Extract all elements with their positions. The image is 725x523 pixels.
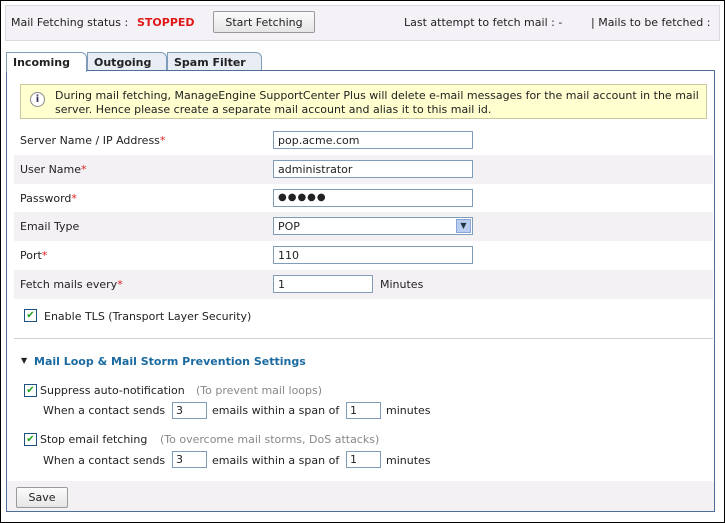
required-mark: * xyxy=(41,249,48,262)
tab-incoming[interactable]: Incoming xyxy=(6,52,87,72)
footer-bar xyxy=(7,481,714,511)
tab-spam-filter[interactable]: Spam Filter xyxy=(167,52,262,71)
port-label: Port xyxy=(20,249,42,262)
mails-to-fetch-text: | Mails to be fetched : xyxy=(591,16,711,29)
suppress-checkbox[interactable]: ✔ xyxy=(24,384,37,397)
status-value: STOPPED xyxy=(137,16,195,29)
info-banner: i During mail fetching, ManageEngine Sup… xyxy=(20,84,707,119)
stop-fetching-hint: (To overcome mail storms, DoS attacks) xyxy=(160,433,380,446)
tls-checkbox[interactable]: ✔ xyxy=(24,309,37,322)
required-mark: * xyxy=(71,192,77,205)
divider xyxy=(14,338,713,339)
password-input[interactable]: ●●●●● xyxy=(273,189,473,207)
required-mark: * xyxy=(159,134,166,147)
stop-minutes-input[interactable]: 1 xyxy=(346,451,381,468)
stop-post-text: minutes xyxy=(386,454,431,467)
suppress-label: Suppress auto-notification xyxy=(40,384,185,397)
last-attempt-text: Last attempt to fetch mail : - xyxy=(404,16,563,29)
status-bar: Mail Fetching status : STOPPED Start Fet… xyxy=(5,5,720,41)
fetch-unit: Minutes xyxy=(380,278,424,291)
stop-pre-text: When a contact sends xyxy=(43,454,166,467)
tls-label: Enable TLS (Transport Layer Security) xyxy=(44,310,252,323)
suppress-post-text: minutes xyxy=(386,404,431,417)
suppress-count-input[interactable]: 3 xyxy=(172,402,207,419)
email-type-row: Email Type POP ▼ xyxy=(14,212,713,241)
suppress-pre-text: When a contact sends xyxy=(43,404,166,417)
collapse-triangle-icon[interactable]: ▼ xyxy=(21,356,27,365)
email-type-label: Email Type xyxy=(20,220,80,233)
info-text: During mail fetching, ManageEngine Suppo… xyxy=(55,89,699,116)
required-mark: * xyxy=(81,163,87,176)
user-label: User Name xyxy=(20,163,82,176)
info-icon: i xyxy=(30,92,45,107)
user-row: User Name* administrator xyxy=(14,155,713,184)
save-button[interactable]: Save xyxy=(16,487,68,508)
password-row: Password* ●●●●● xyxy=(14,184,713,213)
loop-section-title[interactable]: Mail Loop & Mail Storm Prevention Settin… xyxy=(34,355,306,368)
port-row: Port* 110 xyxy=(14,241,713,270)
tab-outgoing[interactable]: Outgoing xyxy=(87,52,167,71)
fetch-interval-input[interactable]: 1 xyxy=(273,275,373,293)
stop-count-input[interactable]: 3 xyxy=(172,451,207,468)
required-mark: * xyxy=(117,278,123,291)
stop-mid-text: emails within a span of xyxy=(212,454,340,467)
server-label: Server Name / IP Address xyxy=(20,134,160,147)
suppress-mid-text: emails within a span of xyxy=(212,404,340,417)
fetch-label: Fetch mails every xyxy=(20,278,118,291)
user-name-input[interactable]: administrator xyxy=(273,160,473,178)
stop-fetching-label: Stop email fetching xyxy=(40,433,148,446)
password-label: Password xyxy=(20,192,72,205)
chevron-down-icon[interactable]: ▼ xyxy=(456,219,471,233)
suppress-minutes-input[interactable]: 1 xyxy=(346,402,381,419)
stop-fetching-checkbox[interactable]: ✔ xyxy=(24,433,37,446)
suppress-hint: (To prevent mail loops) xyxy=(196,384,323,397)
email-type-select[interactable]: POP ▼ xyxy=(273,217,473,235)
status-label: Mail Fetching status : xyxy=(11,16,129,29)
fetch-row: Fetch mails every* 1 Minutes xyxy=(14,270,713,299)
start-fetching-button[interactable]: Start Fetching xyxy=(213,11,315,33)
server-row: Server Name / IP Address* pop.acme.com xyxy=(14,126,713,155)
server-input[interactable]: pop.acme.com xyxy=(273,131,473,149)
email-type-value: POP xyxy=(278,219,300,233)
port-input[interactable]: 110 xyxy=(273,246,473,264)
